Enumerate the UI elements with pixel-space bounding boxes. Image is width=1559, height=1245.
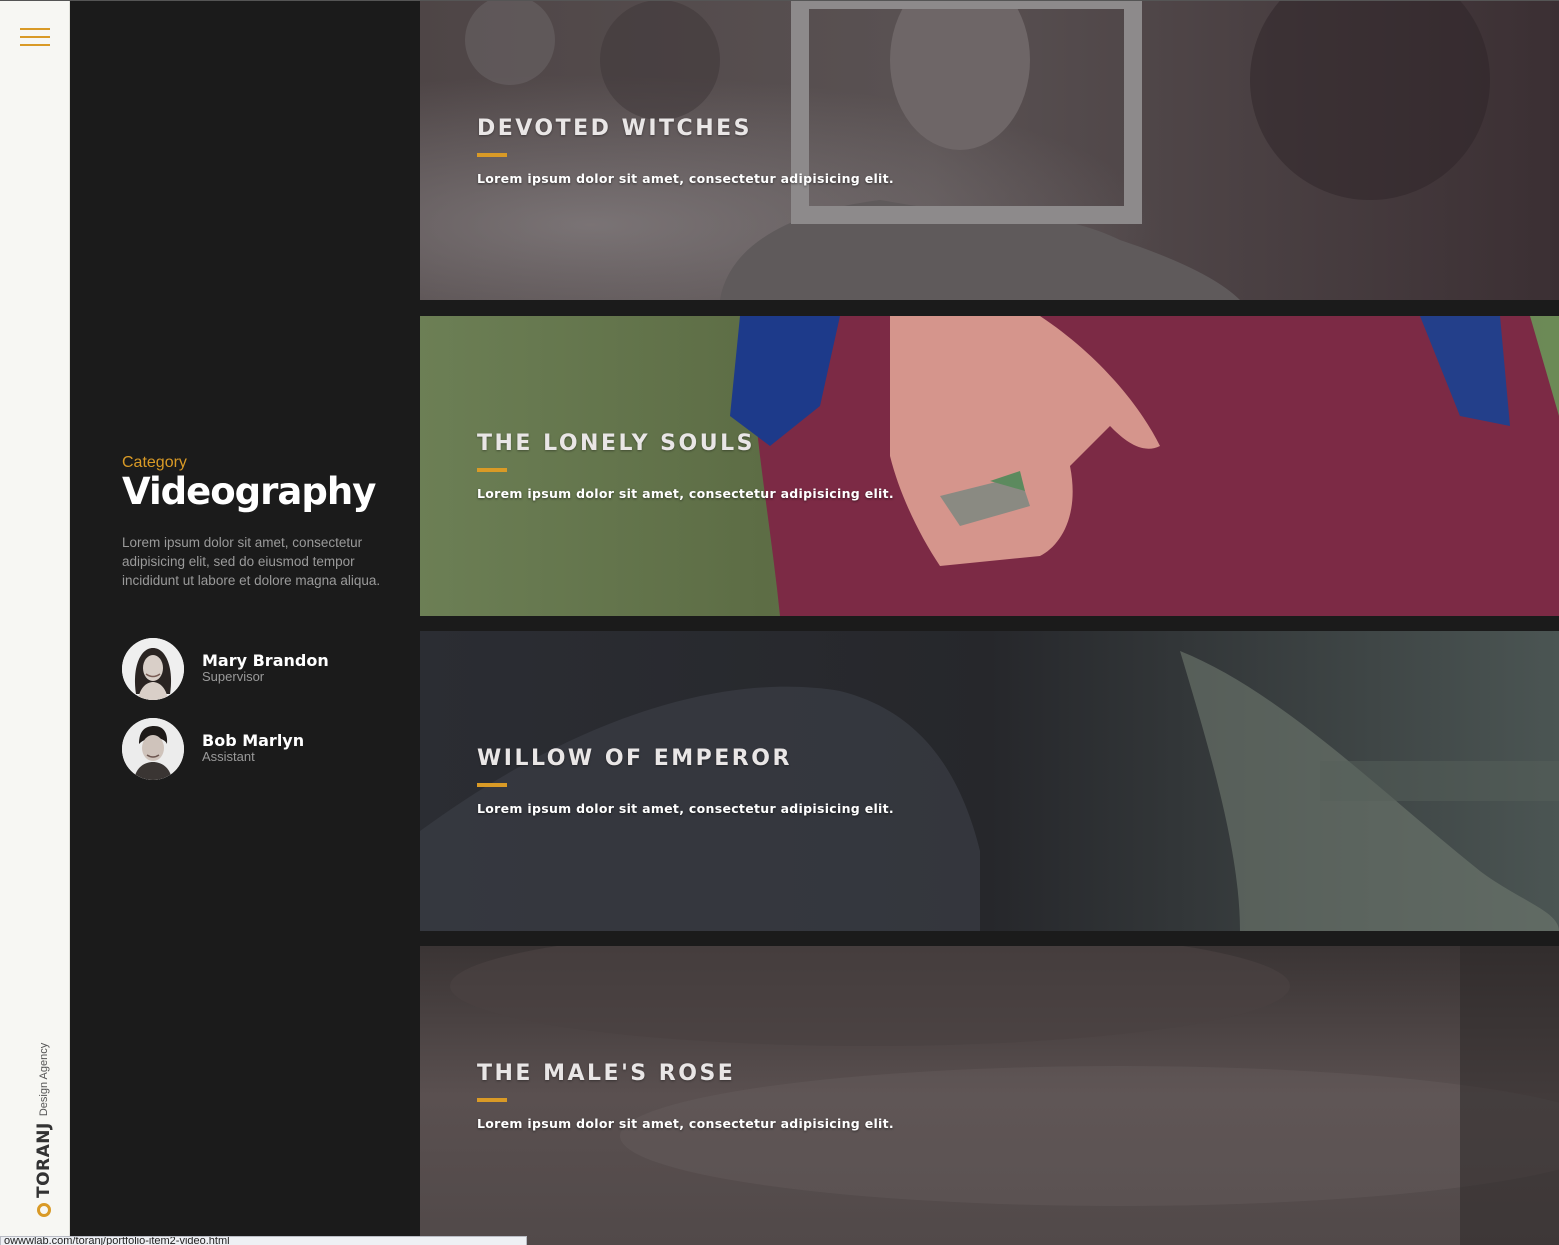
member-name: Bob Marlyn — [202, 731, 305, 750]
portfolio-title: THE MALE'S ROSE — [477, 1061, 736, 1086]
portfolio-caption: DEVOTED WITCHES Lorem ipsum dolor sit am… — [477, 116, 894, 186]
portfolio-description: Lorem ipsum dolor sit amet, consectetur … — [477, 1116, 894, 1131]
browser-status-bar: owwwlab.com/toranj/portfolio-item2-video… — [0, 1236, 527, 1245]
portfolio-item[interactable]: DEVOTED WITCHES Lorem ipsum dolor sit am… — [420, 0, 1559, 300]
portfolio-item[interactable]: THE LONELY SOULS Lorem ipsum dolor sit a… — [420, 316, 1559, 616]
category-description: Lorem ipsum dolor sit amet, consectetur … — [122, 535, 381, 588]
status-url: owwwlab.com/toranj/portfolio-item2-video… — [4, 1236, 230, 1245]
portfolio-caption: WILLOW OF EMPEROR Lorem ipsum dolor sit … — [477, 746, 894, 816]
brand-name: TORANJ — [34, 1122, 54, 1198]
portfolio-description: Lorem ipsum dolor sit amet, consectetur … — [477, 486, 894, 501]
portfolio-caption: THE MALE'S ROSE Lorem ipsum dolor sit am… — [477, 1061, 894, 1131]
accent-divider — [477, 153, 507, 157]
page-title: Videography — [122, 470, 376, 513]
left-rail: TORANJ Design Agency — [0, 0, 70, 1245]
window-top-border — [0, 0, 1559, 1]
brand-circle-icon — [37, 1203, 51, 1217]
team-member: Bob Marlyn Assistant — [122, 718, 422, 780]
accent-divider — [477, 1098, 507, 1102]
accent-divider — [477, 468, 507, 472]
avatar — [122, 718, 184, 780]
member-name: Mary Brandon — [202, 651, 329, 670]
portfolio-description: Lorem ipsum dolor sit amet, consectetur … — [477, 171, 894, 186]
portfolio-item[interactable]: THE MALE'S ROSE Lorem ipsum dolor sit am… — [420, 946, 1559, 1245]
member-role: Assistant — [202, 749, 255, 764]
portfolio-description: Lorem ipsum dolor sit amet, consectetur … — [477, 801, 894, 816]
portfolio-title: THE LONELY SOULS — [477, 431, 755, 456]
portfolio-item[interactable]: WILLOW OF EMPEROR Lorem ipsum dolor sit … — [420, 631, 1559, 931]
portfolio-title: DEVOTED WITCHES — [477, 116, 752, 141]
category-panel: Category Videography Lorem ipsum dolor s… — [70, 0, 420, 1245]
brand-tagline: Design Agency — [38, 1042, 50, 1117]
portfolio-title: WILLOW OF EMPEROR — [477, 746, 792, 771]
brand-logo[interactable]: TORANJ Design Agency — [34, 1043, 54, 1217]
member-role: Supervisor — [202, 669, 265, 684]
avatar — [122, 638, 184, 700]
accent-divider — [477, 783, 507, 787]
portfolio-caption: THE LONELY SOULS Lorem ipsum dolor sit a… — [477, 431, 894, 501]
hamburger-menu-icon[interactable] — [20, 28, 50, 48]
team-member: Mary Brandon Supervisor — [122, 638, 422, 700]
